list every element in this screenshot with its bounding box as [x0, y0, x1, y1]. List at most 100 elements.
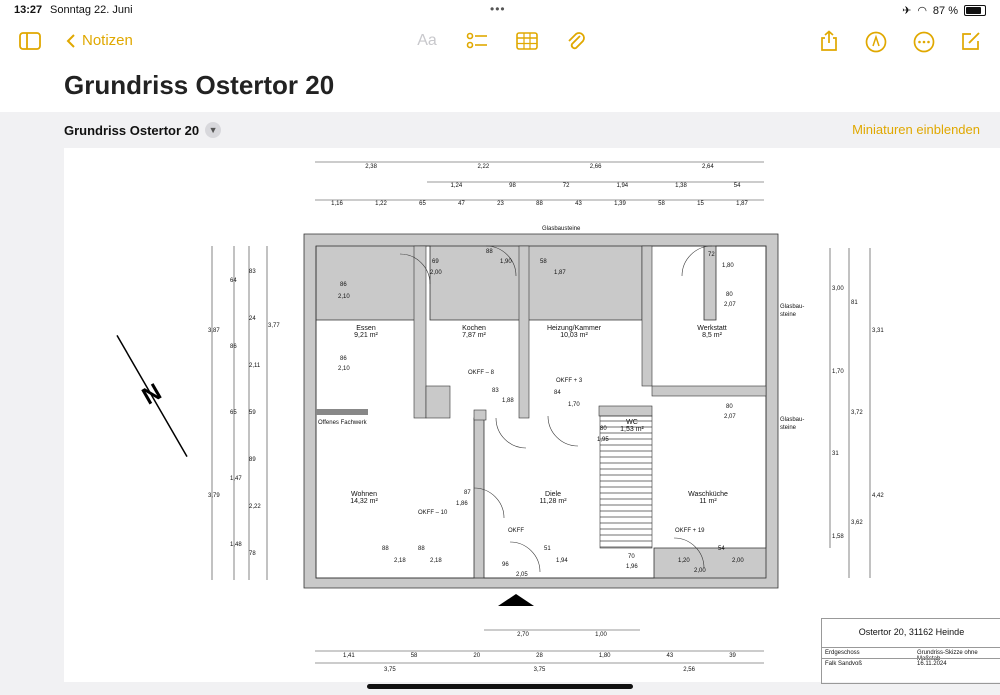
attachment-title-button[interactable]: Grundriss Ostertor 20 ▼ — [64, 122, 222, 138]
dim: 15 — [697, 201, 704, 207]
label-line: steine — [780, 425, 797, 431]
dim: 2,22 — [477, 164, 490, 170]
dim: 88 — [418, 546, 425, 552]
dim: 1,00 — [595, 632, 607, 638]
dim: 1,80 — [722, 263, 734, 269]
share-icon[interactable] — [818, 30, 840, 52]
dim: 86 — [340, 356, 347, 362]
label-line: Glasbau- — [780, 417, 805, 423]
dim-col-left: 3,87 3,79 — [208, 248, 220, 578]
dim: 54 — [733, 183, 741, 189]
dim: 24 — [249, 315, 256, 322]
dim: 2,10 — [338, 294, 350, 300]
dim: 1,70 — [832, 368, 844, 375]
battery-percent: 87 % — [932, 4, 958, 17]
dim: 1,20 — [678, 558, 690, 564]
dim: 69 — [432, 259, 439, 265]
opening-diele-height: 2,05 — [516, 572, 528, 578]
dim: 3,31 — [872, 327, 884, 334]
dim: 43 — [666, 653, 674, 659]
dim: 64 — [230, 278, 237, 284]
dim: 72 — [708, 252, 715, 258]
dim: 88 — [382, 546, 389, 552]
dim: 2,00 — [732, 558, 744, 564]
title-block-row: Falk Sandvoß 16.11.2024 — [822, 658, 1000, 670]
table-icon[interactable] — [515, 31, 539, 51]
dim: 2,18 — [430, 558, 442, 564]
multitasking-dots[interactable]: ••• — [490, 2, 506, 16]
dim: 3,75 — [383, 667, 396, 673]
dim-row-bottom-1: 2,70 1,00 — [484, 632, 640, 638]
dim: 3,87 — [208, 327, 220, 334]
dim: 2,00 — [694, 568, 706, 574]
dim: 1,24 — [450, 183, 463, 189]
label-glasbau-right-2: Glasbau-steine — [780, 416, 804, 432]
label-line: Glasbau- — [780, 304, 805, 310]
dim: 1,58 — [832, 533, 844, 540]
dim: 2,18 — [394, 558, 406, 564]
note-title[interactable]: Grundriss Ostertor 20 — [64, 70, 334, 101]
dim: 72 — [562, 183, 570, 189]
dim: 80 — [600, 426, 607, 432]
show-thumbnails-button[interactable]: Miniaturen einblenden — [852, 122, 980, 137]
dim: 3,62 — [851, 520, 863, 526]
dim-row-top-1: 2,38 2,22 2,66 2,64 — [315, 164, 764, 170]
label-line: steine — [780, 312, 797, 318]
dim: 88 — [486, 249, 493, 255]
dim: 1,80 — [598, 653, 611, 659]
dim: 1,22 — [375, 201, 387, 207]
dim: 47 — [458, 201, 465, 207]
dim: 58 — [540, 259, 547, 265]
dim: 51 — [544, 546, 551, 552]
status-date: Sonntag 22. Juni — [50, 4, 133, 16]
sidebar-toggle-icon[interactable] — [18, 31, 42, 51]
dim-row-top-2: 1,24 98 72 1,94 1,38 54 — [427, 183, 764, 189]
dim: 3,77 — [268, 323, 280, 329]
dim: 89 — [249, 457, 256, 464]
dim: 98 — [509, 183, 516, 189]
dim: 20 — [473, 653, 481, 659]
dim: 65 — [419, 201, 426, 207]
dim: 86 — [230, 344, 237, 350]
label-glasbausteine-top: Glasbausteine — [542, 226, 581, 232]
dim: 2,00 — [430, 270, 442, 276]
dim-col-right-1: 3,00 1,70 31 1,58 — [832, 248, 844, 578]
format-button[interactable]: Aa — [413, 31, 441, 51]
dim: 2,07 — [724, 302, 736, 308]
back-button[interactable]: Notizen — [66, 32, 133, 49]
paperclip-icon[interactable] — [565, 30, 587, 52]
dim-col-right-3: 3,31 4,42 — [872, 248, 884, 578]
label-glasbau-right-1: Glasbau-steine — [780, 303, 804, 319]
checklist-icon[interactable] — [465, 31, 489, 51]
dim: 3,72 — [851, 410, 863, 416]
wifi-icon: ◠ — [917, 5, 927, 17]
dim: 1,88 — [502, 398, 514, 404]
markup-pen-icon[interactable] — [865, 31, 887, 53]
dim: 31 — [832, 451, 839, 458]
dim-col-left-2: 64 86 65 1,47 1,48 — [230, 248, 242, 578]
title-block-author: Falk Sandvoß — [825, 661, 863, 667]
airplane-icon: ✈ — [902, 5, 912, 17]
dim: 1,94 — [616, 183, 629, 189]
dim: 23 — [497, 201, 504, 207]
dim: 1,94 — [556, 558, 568, 564]
status-right: ✈ ◠ 87 % — [902, 4, 986, 17]
dim: 86 — [340, 282, 347, 288]
dim: 4,42 — [872, 492, 884, 499]
dim: 2,22 — [249, 504, 261, 511]
compose-icon[interactable] — [960, 30, 982, 52]
home-indicator[interactable] — [367, 684, 633, 689]
floor-plan-document[interactable]: N Essen 9,21 m² Kochen 7,87 m² Heizung/K… — [64, 148, 1000, 684]
dim: 1,90 — [500, 259, 512, 265]
dim: 80 — [726, 404, 733, 410]
dim: 87 — [464, 490, 471, 496]
dim: 43 — [575, 201, 582, 207]
dim-col-right-2: 81 3,72 3,62 — [851, 248, 863, 578]
dim: 3,75 — [533, 667, 546, 673]
dim-row-bottom-2: 1,41 58 20 28 1,80 43 39 — [315, 653, 764, 659]
more-icon[interactable] — [913, 31, 935, 53]
opening-dims: 86 2,10 86 2,10 69 2,00 88 1,90 58 1,87 … — [332, 249, 772, 574]
dim-row-top-3: 1,16 1,22 65 47 23 88 43 1,39 58 15 1,87 — [315, 201, 764, 207]
dim: 83 — [492, 388, 499, 394]
attachment-title: Grundriss Ostertor 20 — [64, 122, 200, 138]
